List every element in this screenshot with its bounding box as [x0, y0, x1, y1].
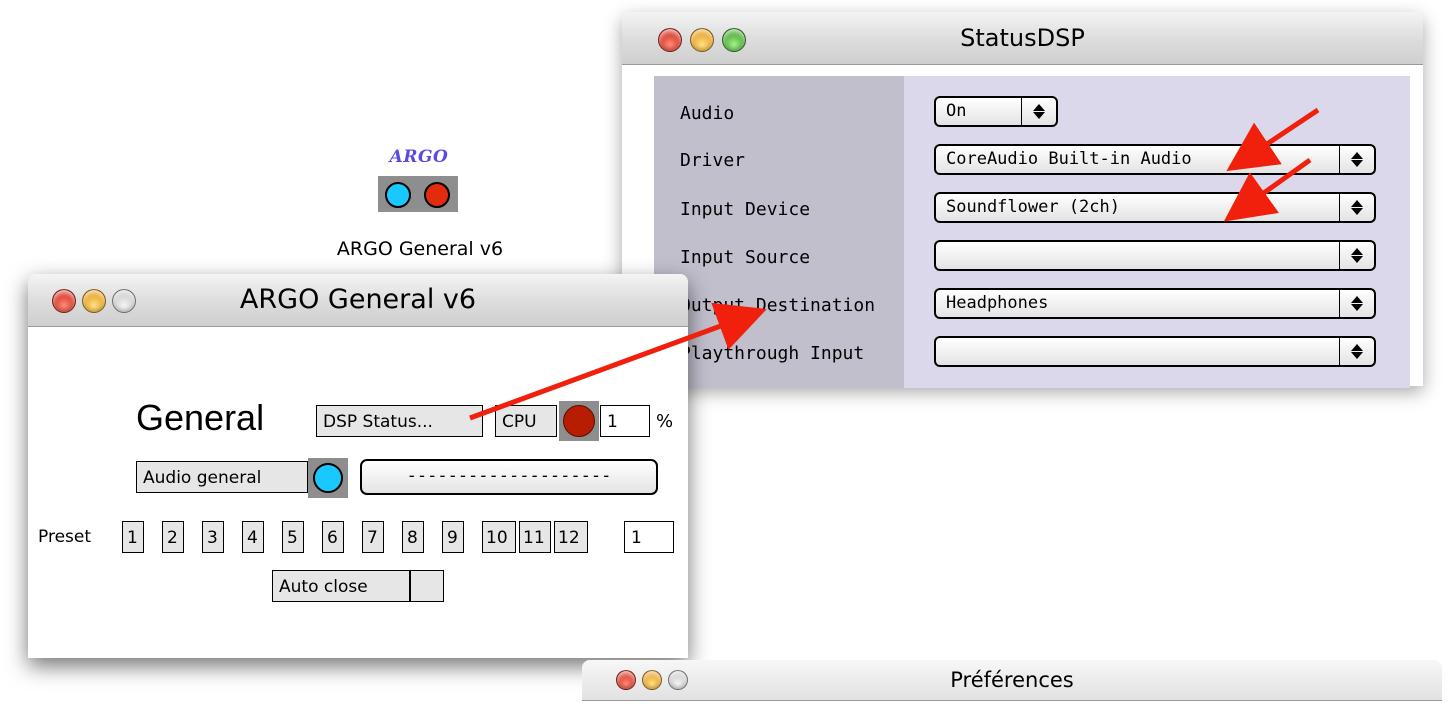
blue-dot-icon	[385, 182, 411, 208]
preset-button-12[interactable]: 12	[554, 521, 588, 553]
message-field: --------------------	[360, 459, 658, 495]
auto-close-toggle[interactable]	[410, 570, 444, 602]
cpu-number-box: 1	[600, 405, 650, 437]
output-destination-label: Output Destination	[680, 295, 876, 316]
playthrough-input-popup[interactable]	[934, 336, 1376, 367]
audio-popup-value: On	[946, 101, 967, 121]
cpu-percent: %	[656, 411, 674, 432]
preferences-titlebar[interactable]: Préférences	[582, 660, 1442, 701]
preset-button-7[interactable]: 7	[362, 521, 384, 553]
cpu-label: CPU	[495, 405, 557, 437]
input-source-label: Input Source	[680, 247, 811, 268]
popup-arrows-icon	[1339, 290, 1374, 317]
argo-window-title: ARGO General v6	[239, 284, 477, 315]
preset-button-3[interactable]: 3	[202, 521, 224, 553]
input-device-label: Input Device	[680, 199, 811, 220]
audio-label: Audio	[680, 103, 735, 124]
preset-button-6[interactable]: 6	[322, 521, 344, 553]
argo-titlebar[interactable]: ARGO General v6	[28, 274, 688, 327]
status-dsp-window: StatusDSP Audio Driver Input Device Inpu…	[622, 12, 1423, 388]
preset-button-11[interactable]: 11	[519, 521, 551, 553]
input-source-popup[interactable]	[934, 240, 1376, 271]
argo-logo: ARGO	[389, 147, 449, 167]
dsp-window-title: StatusDSP	[960, 24, 1085, 52]
cpu-indicator-box	[559, 401, 599, 441]
preferences-window: Préférences	[582, 660, 1442, 720]
audio-popup[interactable]: On	[934, 96, 1058, 127]
audio-general-button[interactable]: Audio general	[136, 461, 308, 493]
popup-arrows-icon	[1339, 242, 1374, 269]
input-device-popup-value: Soundflower (2ch)	[946, 197, 1120, 217]
argo-icon-caption[interactable]: ARGO General v6	[300, 238, 540, 260]
preset-number-box[interactable]: 1	[624, 521, 674, 553]
dsp-status-button[interactable]: DSP Status...	[316, 405, 483, 437]
playthrough-input-label: Playthrough Input	[680, 343, 865, 364]
audio-indicator-box	[308, 458, 348, 498]
input-device-popup[interactable]: Soundflower (2ch)	[934, 192, 1376, 223]
driver-label: Driver	[680, 150, 746, 171]
popup-arrows-icon	[1021, 98, 1056, 125]
red-dot-icon	[424, 182, 450, 208]
preferences-window-title: Préférences	[950, 668, 1074, 692]
preset-button-4[interactable]: 4	[242, 521, 264, 553]
auto-close-button[interactable]: Auto close	[272, 570, 410, 602]
argo-desktop-icon[interactable]: ARGO	[378, 147, 460, 217]
dsp-titlebar[interactable]: StatusDSP	[622, 12, 1423, 65]
audio-led-icon	[313, 463, 343, 493]
cpu-led-icon	[563, 405, 595, 437]
popup-arrows-icon	[1339, 338, 1374, 365]
dsp-label-column: Audio Driver Input Device Input Source O…	[654, 76, 904, 388]
argo-general-window: ARGO General v6 General DSP Status... CP…	[28, 274, 688, 658]
argo-window-body: General DSP Status... CPU 1 % Audio gene…	[28, 327, 688, 658]
preset-button-9[interactable]: 9	[442, 521, 464, 553]
preset-button-8[interactable]: 8	[402, 521, 424, 553]
driver-popup-value: CoreAudio Built-in Audio	[946, 149, 1192, 169]
output-destination-popup[interactable]: Headphones	[934, 288, 1376, 319]
output-destination-popup-value: Headphones	[946, 293, 1049, 313]
preset-button-5[interactable]: 5	[282, 521, 304, 553]
general-heading: General	[136, 397, 265, 438]
preset-button-2[interactable]: 2	[162, 521, 184, 553]
argo-icon-box	[378, 176, 458, 212]
popup-arrows-icon	[1339, 194, 1374, 221]
preset-button-10[interactable]: 10	[482, 521, 516, 553]
preset-button-1[interactable]: 1	[122, 521, 144, 553]
driver-popup[interactable]: CoreAudio Built-in Audio	[934, 144, 1376, 175]
preset-label: Preset	[38, 527, 92, 547]
popup-arrows-icon	[1339, 146, 1374, 173]
